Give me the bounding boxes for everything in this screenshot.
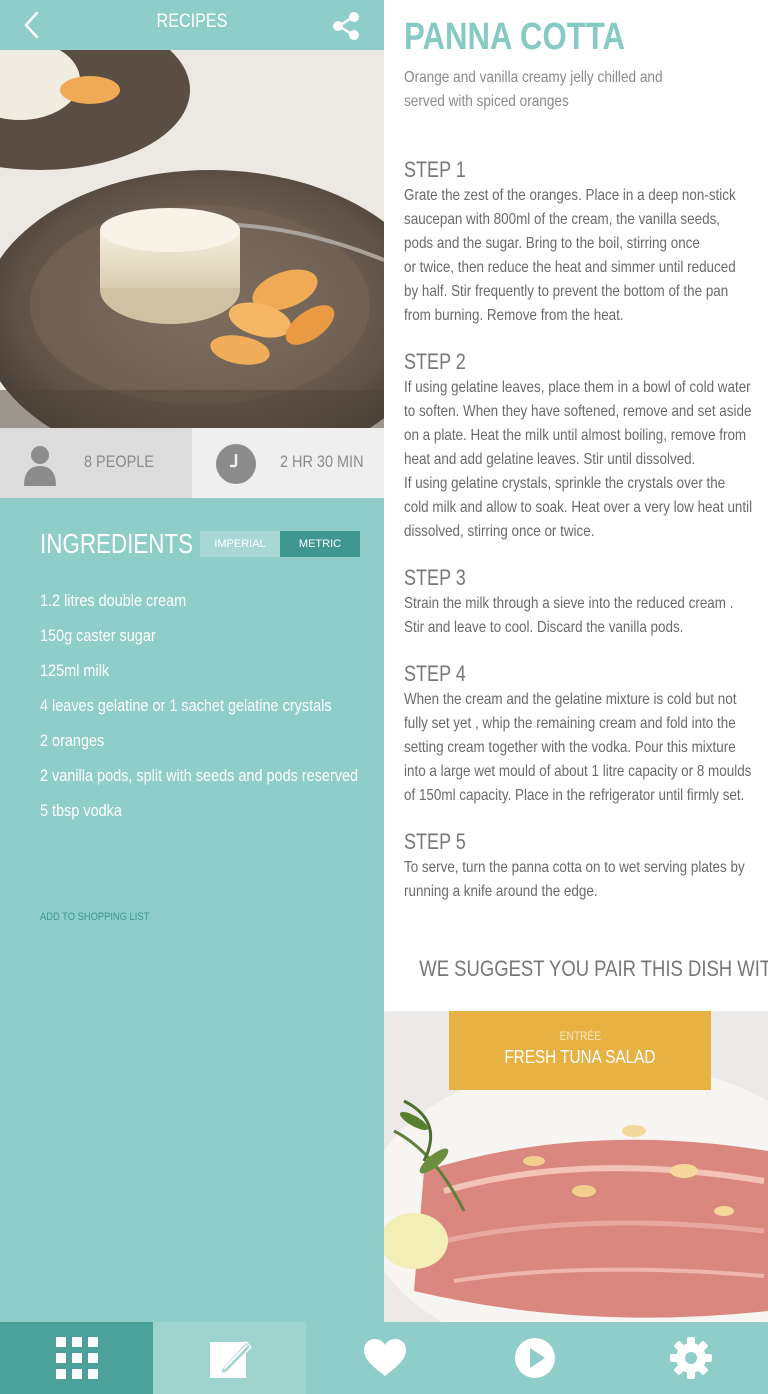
step-line: dissolved, stirring once or twice.	[404, 523, 595, 540]
recipe-subtitle: Orange and vanilla creamy jelly chilled …	[404, 66, 734, 114]
step-text: Strain the milk through a sieve into the…	[404, 592, 754, 640]
step-line: saucepan with 800ml of the cream, the va…	[404, 211, 721, 228]
ingredient-item: 150g caster sugar	[40, 626, 156, 645]
ingredient-list: 1.2 litres double cream 150g caster suga…	[40, 588, 414, 833]
step-text: To serve, turn the panna cotta on to wet…	[404, 856, 754, 904]
heart-icon	[363, 1339, 406, 1376]
step-line: by half. Stir frequently to prevent the …	[404, 283, 729, 300]
step-line: into a large wet mould of about 1 litre …	[404, 763, 752, 780]
pairing-card[interactable]: ENTRÉE FRESH TUNA SALAD	[384, 1011, 768, 1322]
nav-grid-button[interactable]	[0, 1322, 153, 1394]
step-line: When the cream and the gelatine mixture …	[404, 691, 737, 708]
step-text: When the cream and the gelatine mixture …	[404, 688, 754, 808]
ingredient-item: 2 oranges	[40, 731, 105, 750]
gear-icon	[669, 1337, 712, 1379]
step-title: STEP 3	[404, 565, 466, 590]
time-cell: 2 HR 30 MIN	[192, 428, 384, 498]
step-text: Grate the zest of the oranges. Place in …	[404, 184, 754, 328]
nav-notes-button[interactable]	[153, 1322, 306, 1394]
servings-label: 8 PEOPLE	[84, 452, 154, 471]
add-to-shopping-list-link[interactable]: ADD TO SHOPPING LIST	[40, 911, 149, 923]
step-line: on a plate. Heat the milk until almost b…	[404, 427, 747, 444]
grid-icon	[55, 1337, 98, 1379]
step-line: of 150ml capacity. Place in the refriger…	[404, 787, 745, 804]
step-2: STEP 2 If using gelatine leaves, place t…	[404, 348, 754, 544]
unit-metric-button[interactable]: METRIC	[280, 531, 360, 557]
nav-settings-button[interactable]	[614, 1322, 767, 1394]
step-line: pods and the sugar. Bring to the boil, s…	[404, 235, 700, 252]
ingredient-item: 125ml milk	[40, 661, 110, 680]
step-4: STEP 4 When the cream and the gelatine m…	[404, 660, 754, 808]
ingredients-heading: INGREDIENTS	[40, 528, 194, 559]
top-bar: RECIPES	[0, 0, 384, 50]
pairing-heading: WE SUGGEST YOU PAIR THIS DISH WITH:	[384, 956, 768, 982]
left-panel: RECIPES 8 PEOPLE 2 HR 30 MIN INGREDIENTS…	[0, 0, 384, 1322]
ingredient-item: 4 leaves gelatine or 1 sachet gelatine c…	[40, 696, 332, 715]
pairing-course: ENTRÉE	[449, 1029, 711, 1043]
ingredient-item: 1.2 litres double cream	[40, 591, 187, 610]
subtitle-line: served with spiced oranges	[404, 93, 569, 110]
step-line: heat and add gelatine leaves. Stir until…	[404, 451, 696, 468]
step-line: Stir and leave to cool. Discard the vani…	[404, 619, 684, 636]
step-title: STEP 5	[404, 829, 466, 854]
bottom-nav	[0, 1322, 768, 1394]
recipe-title: PANNA COTTA	[404, 16, 625, 58]
pairing-course-text: ENTRÉE	[559, 1029, 601, 1043]
subtitle-line: Orange and vanilla creamy jelly chilled …	[404, 69, 663, 86]
nav-favorites-button[interactable]	[308, 1322, 461, 1394]
step-line: running a knife around the edge.	[404, 883, 598, 900]
step-line: If using gelatine leaves, place them in …	[404, 379, 751, 396]
notes-icon	[209, 1340, 252, 1378]
recipe-photo	[0, 50, 384, 428]
servings-cell: 8 PEOPLE	[0, 428, 192, 498]
step-text: If using gelatine leaves, place them in …	[404, 376, 754, 544]
step-line: To serve, turn the panna cotta on to wet…	[404, 859, 745, 876]
step-1: STEP 1 Grate the zest of the oranges. Pl…	[404, 156, 754, 328]
unit-toggle: IMPERIAL METRIC	[200, 531, 360, 557]
step-line: from burning. Remove from the heat.	[404, 307, 624, 324]
panna-cotta-image	[0, 50, 384, 428]
step-title: STEP 1	[404, 157, 466, 182]
pairing-dish: FRESH TUNA SALAD	[449, 1047, 711, 1068]
pairing-dish-text: FRESH TUNA SALAD	[504, 1047, 656, 1067]
clock-icon	[216, 444, 256, 484]
step-line: fully set yet , whip the remaining cream…	[404, 715, 736, 732]
step-line: to soften. When they have softened, remo…	[404, 403, 752, 420]
pairing-banner: ENTRÉE FRESH TUNA SALAD	[449, 1011, 711, 1090]
share-icon	[333, 12, 359, 40]
page-title: RECIPES	[156, 11, 228, 32]
ingredient-item: 5 tbsp vodka	[40, 801, 122, 820]
play-icon	[514, 1338, 555, 1378]
nav-play-button[interactable]	[458, 1322, 611, 1394]
step-5: STEP 5 To serve, turn the panna cotta on…	[404, 828, 754, 904]
step-title: STEP 4	[404, 661, 466, 686]
time-label: 2 HR 30 MIN	[280, 452, 364, 471]
recipe-info-bar: 8 PEOPLE 2 HR 30 MIN	[0, 428, 384, 498]
right-panel: PANNA COTTA Orange and vanilla creamy je…	[384, 0, 768, 1322]
person-icon	[24, 446, 56, 486]
pairing-heading-text: WE SUGGEST YOU PAIR THIS DISH WITH:	[419, 956, 768, 981]
step-title: STEP 2	[404, 349, 466, 374]
ingredient-item: 2 vanilla pods, split with seeds and pod…	[40, 766, 359, 785]
step-line: cold milk and allow to soak. Heat over a…	[404, 499, 753, 516]
step-line: setting cream together with the vodka. P…	[404, 739, 736, 756]
step-3: STEP 3 Strain the milk through a sieve i…	[404, 564, 754, 640]
step-line: Strain the milk through a sieve into the…	[404, 595, 734, 612]
step-line: or twice, then reduce the heat and simme…	[404, 259, 736, 276]
step-line: Grate the zest of the oranges. Place in …	[404, 187, 736, 204]
share-button[interactable]	[330, 10, 362, 42]
step-line: If using gelatine crystals, sprinkle the…	[404, 475, 726, 492]
unit-imperial-button[interactable]: IMPERIAL	[200, 531, 280, 557]
